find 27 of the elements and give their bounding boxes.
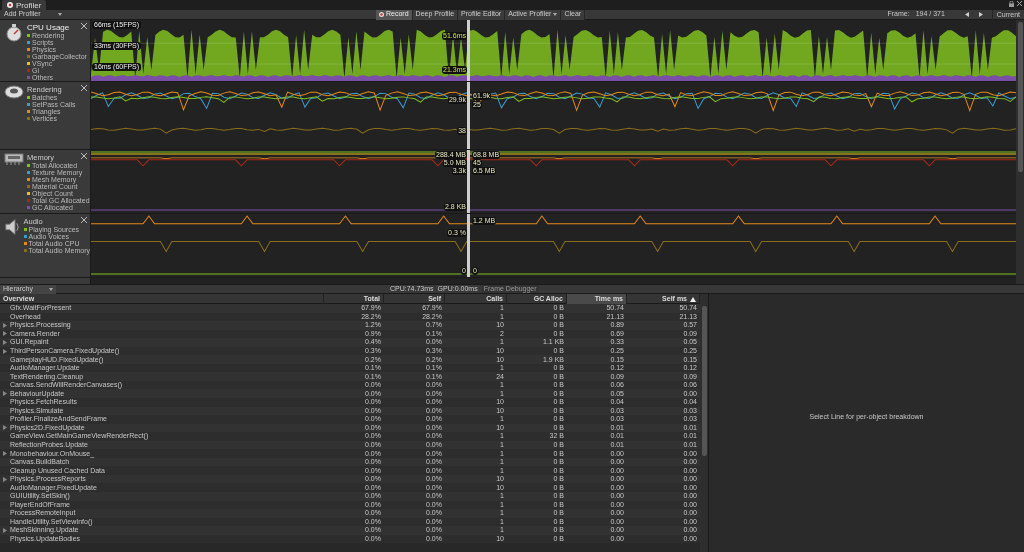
module-title: CPU Usage — [27, 23, 70, 32]
disc-icon — [4, 85, 24, 99]
caret-icon — [553, 13, 558, 16]
profiler-icon — [7, 2, 13, 8]
record-icon — [379, 12, 384, 17]
profiler-tab[interactable]: Profiler — [2, 0, 47, 10]
stopwatch-icon — [4, 23, 24, 43]
back-icon — [964, 12, 969, 17]
expand-icon[interactable] — [3, 528, 7, 533]
close-icon[interactable] — [1017, 1, 1022, 6]
expand-icon[interactable] — [3, 451, 7, 457]
scrollbar[interactable] — [700, 294, 708, 552]
close-icon[interactable] — [81, 153, 87, 159]
close-icon[interactable] — [81, 217, 87, 223]
forward-icon — [978, 12, 983, 17]
scrollbar[interactable] — [1016, 20, 1024, 284]
expand-icon[interactable] — [3, 476, 7, 482]
lock-icon[interactable] — [1009, 1, 1014, 7]
sort-icon — [690, 296, 696, 302]
expand-icon[interactable] — [3, 391, 7, 397]
close-icon[interactable] — [81, 85, 87, 91]
speaker-icon — [4, 217, 21, 237]
expand-icon[interactable] — [3, 425, 7, 431]
memory-chip-icon — [4, 153, 24, 165]
caret-icon — [49, 287, 53, 291]
caret-icon — [58, 13, 62, 16]
close-icon[interactable] — [81, 23, 87, 29]
